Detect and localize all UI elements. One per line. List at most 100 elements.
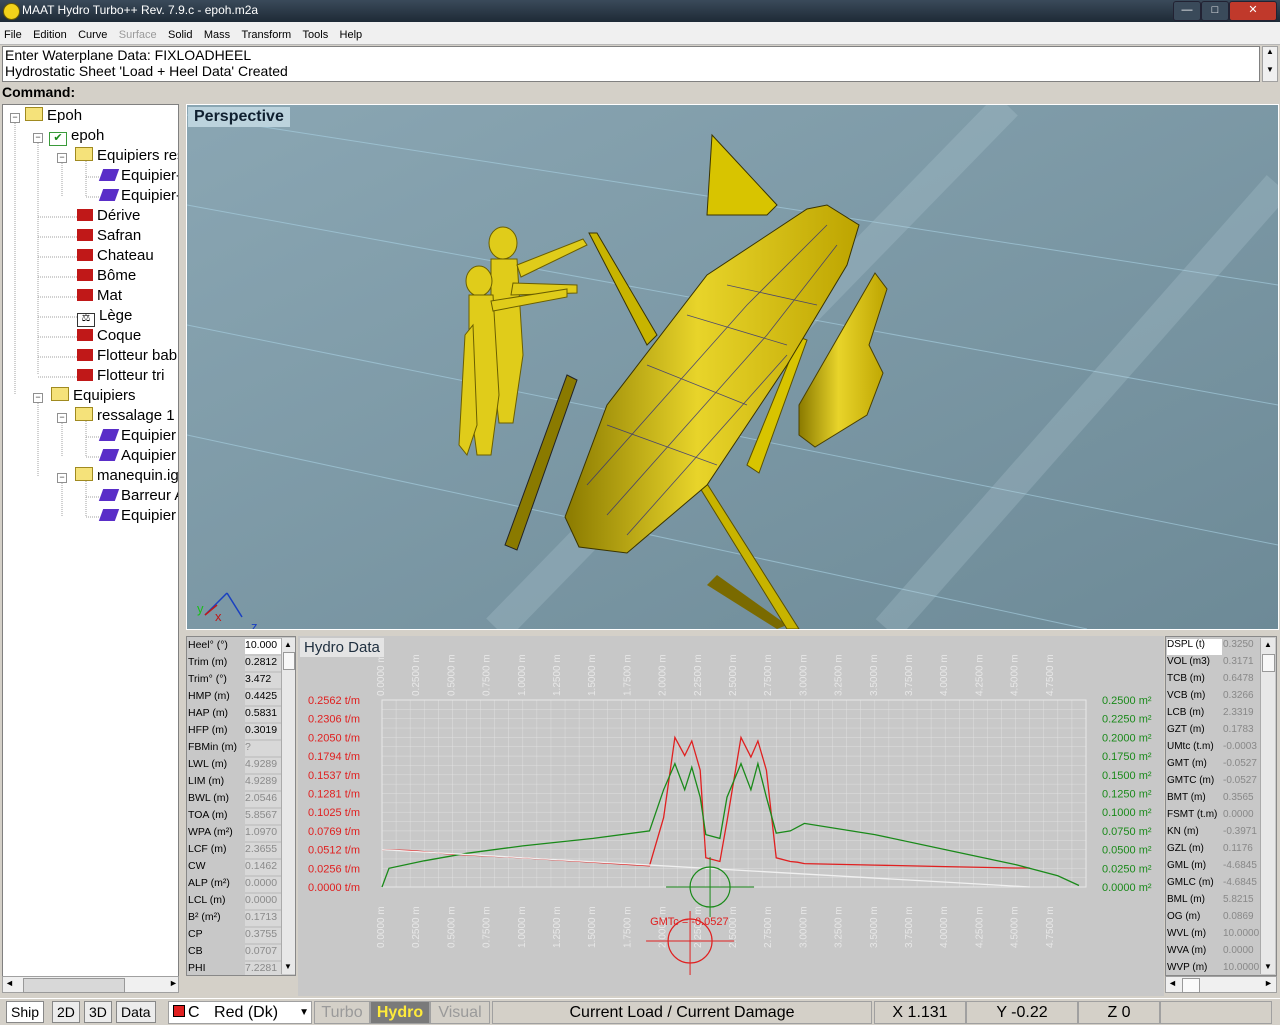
tree-item-equipiers[interactable]: Equipiers bbox=[51, 387, 136, 407]
param-value[interactable]: 1.0970 bbox=[245, 826, 281, 841]
scroll-thumb[interactable] bbox=[1262, 654, 1275, 672]
mode-visual[interactable]: Visual bbox=[430, 1001, 490, 1024]
result-label: GZT (m) bbox=[1167, 724, 1205, 735]
tree-item-derive[interactable]: Dérive bbox=[77, 207, 140, 227]
model-tree[interactable]: − − − − − − Epoh ✔ epoh Equipiers res Equ… bbox=[2, 104, 179, 978]
perspective-viewport[interactable]: y x z bbox=[186, 104, 1279, 630]
message-scrollbar[interactable]: ▲ ▼ bbox=[1262, 46, 1278, 82]
collapse-toggle[interactable]: − bbox=[57, 153, 67, 163]
param-value[interactable]: 0.1462 bbox=[245, 860, 281, 875]
param-row: FBMin (m)? bbox=[187, 740, 282, 756]
tree-horizontal-scrollbar[interactable]: ◄ ► bbox=[2, 976, 179, 993]
param-value[interactable]: 0.5831 bbox=[245, 707, 281, 722]
tree-item-epoh[interactable]: ✔ epoh bbox=[49, 127, 104, 147]
param-value[interactable]: 0.0000 bbox=[245, 894, 281, 909]
param-value[interactable]: 0.4425 bbox=[245, 690, 281, 705]
tree-item-safran[interactable]: Safran bbox=[77, 227, 141, 247]
hydro-chart-svg: 0.0000 m 0.0000 m 0.2500 m 0.2500 m 0.5000 m… bbox=[308, 654, 1152, 975]
y-left-tick-label: 0.0256 t/m bbox=[308, 863, 360, 875]
tab-2d[interactable]: 2D bbox=[52, 1001, 80, 1023]
menu-curve[interactable]: Curve bbox=[78, 29, 107, 41]
result-row: GZL (m) 0.1176 bbox=[1166, 842, 1266, 859]
param-value[interactable]: 3.472 bbox=[245, 673, 281, 688]
tree-item-equipiers-res[interactable]: Equipiers res bbox=[75, 147, 178, 167]
tree-item-lege[interactable]: ⚖ Lège bbox=[77, 307, 132, 327]
x-tick-label-top: 3.0000 m bbox=[798, 654, 809, 696]
param-value[interactable]: 0.3755 bbox=[245, 928, 281, 943]
mode-turbo[interactable]: Turbo bbox=[314, 1001, 370, 1024]
collapse-toggle[interactable]: − bbox=[10, 113, 20, 123]
weight-icon: ⚖ bbox=[77, 313, 95, 327]
tree-item-coque[interactable]: Coque bbox=[77, 327, 141, 347]
solid-icon bbox=[98, 509, 120, 521]
right-table-scrollbar[interactable]: ▲ ▼ bbox=[1260, 638, 1275, 974]
result-row: KN (m) -0.3971 bbox=[1166, 825, 1266, 842]
tab-ship[interactable]: Ship bbox=[6, 1001, 45, 1023]
tree-item-chateau[interactable]: Chateau bbox=[77, 247, 154, 267]
hydro-params-left[interactable]: Heel° (°) 10.000 Trim (m) 0.2812 Trim° (°) 3.… bbox=[186, 636, 296, 976]
tab-3d[interactable]: 3D bbox=[84, 1001, 112, 1023]
param-value[interactable]: 0.0000 bbox=[245, 877, 281, 892]
left-table-scrollbar[interactable]: ▲ ▼ bbox=[281, 638, 295, 974]
collapse-toggle[interactable]: − bbox=[33, 393, 43, 403]
tree-item-equipier[interactable]: Equipier bbox=[98, 427, 176, 447]
close-button[interactable]: ✕ bbox=[1229, 1, 1277, 21]
menu-edition[interactable]: Edition bbox=[33, 29, 67, 41]
x-tick-label-top: 4.7500 m bbox=[1045, 654, 1056, 696]
tree-item-manequin[interactable]: manequin.igs bbox=[75, 467, 178, 487]
tree-item-flotteur-tri[interactable]: Flotteur tri bbox=[77, 367, 165, 387]
tree-item-flotteur-bab[interactable]: Flotteur bab bbox=[77, 347, 177, 367]
menu-transform[interactable]: Transform bbox=[241, 29, 291, 41]
param-value[interactable]: 4.9289 bbox=[245, 775, 281, 790]
param-value[interactable]: 0.0707 bbox=[245, 945, 281, 960]
tree-item-barreur[interactable]: Barreur A bbox=[98, 487, 178, 507]
param-value[interactable]: 7.2281 bbox=[245, 962, 281, 975]
scroll-thumb[interactable] bbox=[23, 978, 125, 993]
y-right-tick-label: 0.0750 m² bbox=[1102, 826, 1152, 838]
collapse-toggle[interactable]: − bbox=[57, 473, 67, 483]
tree-item-equipier[interactable]: Equipier- bbox=[98, 187, 178, 207]
collapse-toggle[interactable]: − bbox=[33, 133, 43, 143]
color-select[interactable]: C Red (Dk) ▼ bbox=[168, 1001, 312, 1024]
mode-hydro[interactable]: Hydro bbox=[370, 1001, 430, 1024]
menu-help[interactable]: Help bbox=[340, 29, 363, 41]
tab-data[interactable]: Data bbox=[116, 1001, 156, 1023]
param-label: B² (m²) bbox=[188, 911, 221, 923]
command-bar[interactable]: Command: bbox=[2, 84, 1278, 102]
tree-item-bome[interactable]: Bôme bbox=[77, 267, 136, 287]
scroll-thumb[interactable] bbox=[1182, 978, 1200, 993]
param-value[interactable]: 0.3019 bbox=[245, 724, 281, 739]
tree-item-equipier[interactable]: Equipier bbox=[98, 507, 176, 527]
menu-solid[interactable]: Solid bbox=[168, 29, 192, 41]
param-value[interactable]: 0.2812 bbox=[245, 656, 281, 671]
tree-item-mat[interactable]: Mat bbox=[77, 287, 122, 307]
param-value[interactable]: 10.000 bbox=[245, 639, 281, 654]
menu-mass[interactable]: Mass bbox=[204, 29, 230, 41]
axis-y-label: y bbox=[197, 601, 204, 616]
maximize-button[interactable]: □ bbox=[1201, 1, 1229, 21]
param-value[interactable]: 4.9289 bbox=[245, 758, 281, 773]
tree-item-aquipier[interactable]: Aquipier bbox=[98, 447, 176, 467]
minimize-button[interactable]: — bbox=[1173, 1, 1201, 21]
collapse-toggle[interactable]: − bbox=[57, 413, 67, 423]
tree-item-ressalage[interactable]: ressalage 1 bbox=[75, 407, 175, 427]
param-value[interactable]: 0.1713 bbox=[245, 911, 281, 926]
solid-icon bbox=[98, 489, 120, 501]
right-table-hscrollbar[interactable]: ◄ ► bbox=[1165, 976, 1277, 993]
y-left-tick-label: 0.0512 t/m bbox=[308, 845, 360, 857]
menu-file[interactable]: File bbox=[4, 29, 22, 41]
gmt-label: GMTc = -0.0527 bbox=[650, 916, 729, 928]
param-value[interactable]: 2.0546 bbox=[245, 792, 281, 807]
param-value[interactable]: ? bbox=[245, 741, 281, 756]
result-label: BML (m) bbox=[1167, 894, 1205, 905]
tree-item-equipier[interactable]: Equipier- bbox=[98, 167, 178, 187]
menu-tools[interactable]: Tools bbox=[303, 29, 329, 41]
param-row: BWL (m) 2.0546 bbox=[187, 791, 282, 807]
tree-item-epoh-root[interactable]: Epoh bbox=[25, 107, 82, 127]
param-value[interactable]: 2.3655 bbox=[245, 843, 281, 858]
x-tick-label-top: 1.2500 m bbox=[552, 654, 563, 696]
scroll-thumb[interactable] bbox=[283, 652, 295, 670]
menu-surface[interactable]: Surface bbox=[119, 29, 157, 41]
result-label: WVA (m) bbox=[1167, 945, 1207, 956]
param-value[interactable]: 5.8567 bbox=[245, 809, 281, 824]
